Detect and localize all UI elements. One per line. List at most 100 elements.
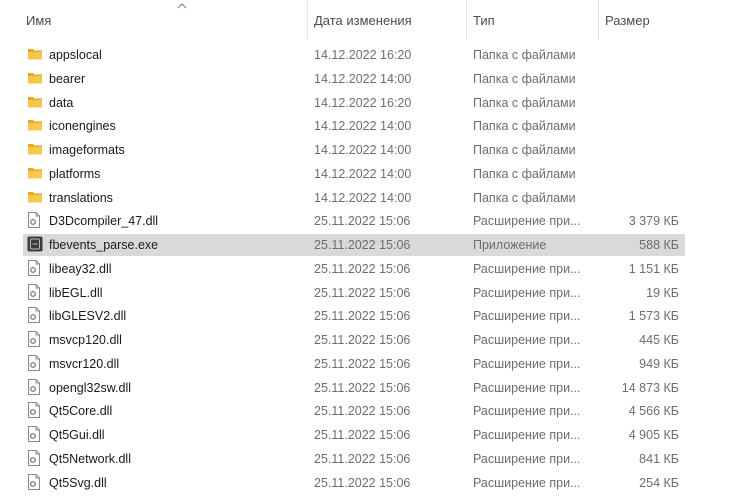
column-header-name[interactable]: Имя xyxy=(20,0,307,40)
file-row[interactable]: libEGL.dll 25.11.2022 15:06 Расширение при… xyxy=(0,281,730,305)
file-row[interactable]: appslocal 14.12.2022 16:20 Папка с файлами xyxy=(0,43,730,67)
file-name: bearer xyxy=(49,71,86,86)
file-name: Qt5Core.dll xyxy=(49,404,113,419)
dll-file-icon xyxy=(27,399,45,423)
file-row[interactable]: platforms 14.12.2022 14:00 Папка с файлами xyxy=(0,162,730,186)
file-type: Папка с файлами xyxy=(473,190,576,205)
file-name: Qt5Network.dll xyxy=(49,451,131,466)
file-date-modified: 25.11.2022 15:06 xyxy=(314,285,411,300)
file-row[interactable]: imageformats 14.12.2022 14:00 Папка с файл… xyxy=(0,138,730,162)
file-type: Приложение xyxy=(473,238,547,252)
file-row[interactable]: iconengines 14.12.2022 14:00 Папка с файла… xyxy=(0,114,730,138)
file-date-modified: 14.12.2022 16:20 xyxy=(314,48,412,62)
dll-file-icon xyxy=(27,304,45,328)
dll-file-icon xyxy=(27,257,45,281)
file-row[interactable]: translations 14.12.2022 14:00 Папка с файл… xyxy=(0,186,730,210)
file-size: 1 151 КБ xyxy=(628,261,679,276)
file-size: 1 573 КБ xyxy=(628,309,679,324)
file-size xyxy=(598,138,679,162)
dll-file-icon xyxy=(27,447,45,471)
file-row[interactable]: D3Dcompiler_47.dll 25.11.2022 15:06 Расшир… xyxy=(0,209,730,233)
file-name: translations xyxy=(49,190,113,205)
dll-file-icon xyxy=(27,376,45,400)
file-name: libGLESV2.dll xyxy=(49,309,127,324)
file-name: D3Dcompiler_47.dll xyxy=(49,214,159,229)
file-name: platforms xyxy=(49,166,101,181)
file-row[interactable]: Qt5Svg.dll 25.11.2022 15:06 Расширение при… xyxy=(0,471,730,495)
file-date-modified: 25.11.2022 15:06 xyxy=(314,356,411,371)
file-date-modified: 14.12.2022 14:00 xyxy=(314,71,412,86)
file-explorer: Имя Дата изменения Тип Размер appslocal 1… xyxy=(0,0,730,504)
file-row[interactable]: fbevents_parse.exe 25.11.2022 15:06 Прилож… xyxy=(0,233,730,257)
file-name: appslocal xyxy=(49,48,102,62)
file-name: msvcp120.dll xyxy=(49,333,122,347)
column-header-date-label: Дата изменения xyxy=(314,13,412,28)
folder-icon xyxy=(27,162,45,186)
file-date-modified: 25.11.2022 15:06 xyxy=(314,238,411,252)
column-header-date[interactable]: Дата изменения xyxy=(307,0,466,40)
file-row[interactable]: bearer 14.12.2022 14:00 Папка с файлами xyxy=(0,67,730,91)
file-row[interactable]: libGLESV2.dll 25.11.2022 15:06 Расширение … xyxy=(0,304,730,328)
file-row[interactable]: opengl32sw.dll 25.11.2022 15:06 Расширение… xyxy=(0,376,730,400)
file-type: Расширение при... xyxy=(473,261,581,276)
file-row[interactable]: msvcr120.dll 25.11.2022 15:06 Расширение п… xyxy=(0,352,730,376)
column-header-size[interactable]: Размер xyxy=(598,0,685,40)
file-date-modified: 25.11.2022 15:06 xyxy=(314,404,411,419)
file-date-modified: 25.11.2022 15:06 xyxy=(314,428,411,442)
dll-file-icon xyxy=(27,281,45,305)
dll-file-icon xyxy=(27,471,45,495)
sort-ascending-icon xyxy=(177,3,187,9)
column-header-name-label: Имя xyxy=(26,13,52,28)
file-row[interactable]: libeay32.dll 25.11.2022 15:06 Расширение п… xyxy=(0,257,730,281)
file-size: 445 КБ xyxy=(639,333,679,347)
file-type: Расширение при... xyxy=(473,214,581,229)
application-icon xyxy=(27,233,45,257)
file-size xyxy=(598,114,679,138)
file-name: fbevents_parse.exe xyxy=(49,238,159,252)
file-type: Расширение при... xyxy=(473,285,581,300)
file-size: 4 566 КБ xyxy=(628,404,679,419)
file-type: Расширение при... xyxy=(473,309,581,324)
file-type: Папка с файлами xyxy=(473,95,576,110)
file-type: Расширение при... xyxy=(473,333,581,347)
file-size xyxy=(598,43,679,67)
file-type: Папка с файлами xyxy=(473,71,576,86)
dll-file-icon xyxy=(27,352,45,376)
file-name: imageformats xyxy=(49,143,125,157)
folder-icon xyxy=(27,91,45,115)
file-date-modified: 25.11.2022 15:06 xyxy=(314,309,411,324)
file-list: appslocal 14.12.2022 16:20 Папка с файлами… xyxy=(0,43,730,494)
file-type: Расширение при... xyxy=(473,356,581,371)
file-type: Расширение при... xyxy=(473,404,581,419)
file-name: Qt5Svg.dll xyxy=(49,475,107,490)
file-name: Qt5Gui.dll xyxy=(49,428,105,442)
folder-icon xyxy=(27,67,45,91)
file-date-modified: 25.11.2022 15:06 xyxy=(314,451,411,466)
file-name: opengl32sw.dll xyxy=(49,380,132,395)
file-size xyxy=(598,162,679,186)
dll-file-icon xyxy=(27,328,45,352)
folder-icon xyxy=(27,43,45,67)
folder-icon xyxy=(27,114,45,138)
file-date-modified: 25.11.2022 15:06 xyxy=(314,475,411,490)
file-size xyxy=(598,186,679,210)
file-row[interactable]: data 14.12.2022 16:20 Папка с файлами xyxy=(0,91,730,115)
file-date-modified: 25.11.2022 15:06 xyxy=(314,261,411,276)
column-header-type-label: Тип xyxy=(473,13,495,28)
file-type: Папка с файлами xyxy=(473,166,576,181)
file-name: libeay32.dll xyxy=(49,261,112,276)
file-row[interactable]: msvcp120.dll 25.11.2022 15:06 Расширение п… xyxy=(0,328,730,352)
file-row[interactable]: Qt5Gui.dll 25.11.2022 15:06 Расширение при… xyxy=(0,423,730,447)
column-header-type[interactable]: Тип xyxy=(466,0,598,40)
folder-icon xyxy=(27,186,45,210)
file-row[interactable]: Qt5Network.dll 25.11.2022 15:06 Расширение… xyxy=(0,447,730,471)
file-row[interactable]: Qt5Core.dll 25.11.2022 15:06 Расширение пр… xyxy=(0,399,730,423)
dll-file-icon xyxy=(27,423,45,447)
column-header-size-label: Размер xyxy=(605,13,650,28)
file-type: Расширение при... xyxy=(473,451,581,466)
file-date-modified: 25.11.2022 15:06 xyxy=(314,380,411,395)
column-header-bar: Имя Дата изменения Тип Размер xyxy=(0,0,685,40)
file-type: Расширение при... xyxy=(473,380,581,395)
file-date-modified: 14.12.2022 14:00 xyxy=(314,166,412,181)
file-name: data xyxy=(49,95,74,110)
